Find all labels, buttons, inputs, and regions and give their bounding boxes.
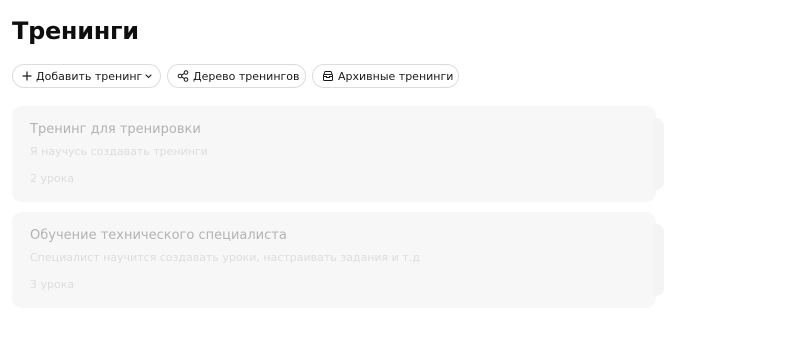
share-nodes-icon: [177, 70, 189, 82]
training-description: Специалист научится создавать уроки, нас…: [30, 251, 420, 264]
training-lesson-count: 2 урока: [30, 172, 75, 185]
add-training-label: Добавить тренинг: [36, 69, 143, 83]
training-title: Обучение технического специалиста: [30, 228, 287, 243]
plus-icon: [22, 70, 32, 82]
toolbar: Добавить тренинг Дерево тренингов Архивн…: [12, 64, 459, 88]
training-card[interactable]: Тренинг для тренировки Я научусь создава…: [12, 106, 664, 202]
training-description: Я научусь создавать тренинги: [30, 145, 208, 158]
trainings-page: Тренинги Добавить тренинг Дерево тренинг…: [0, 0, 800, 353]
training-card[interactable]: Обучение технического специалиста Специа…: [12, 212, 664, 308]
chevron-down-icon: [145, 73, 152, 79]
page-title: Тренинги: [12, 17, 139, 45]
training-tree-label: Дерево тренингов: [193, 69, 300, 83]
training-tree-button[interactable]: Дерево тренингов: [167, 64, 306, 88]
training-lesson-count: 3 урока: [30, 278, 75, 291]
archived-trainings-label: Архивные тренинги: [338, 69, 454, 83]
archive-box-icon: [322, 70, 334, 82]
training-title: Тренинг для тренировки: [30, 122, 201, 137]
add-training-button[interactable]: Добавить тренинг: [12, 64, 161, 88]
archived-trainings-button[interactable]: Архивные тренинги: [312, 64, 459, 88]
